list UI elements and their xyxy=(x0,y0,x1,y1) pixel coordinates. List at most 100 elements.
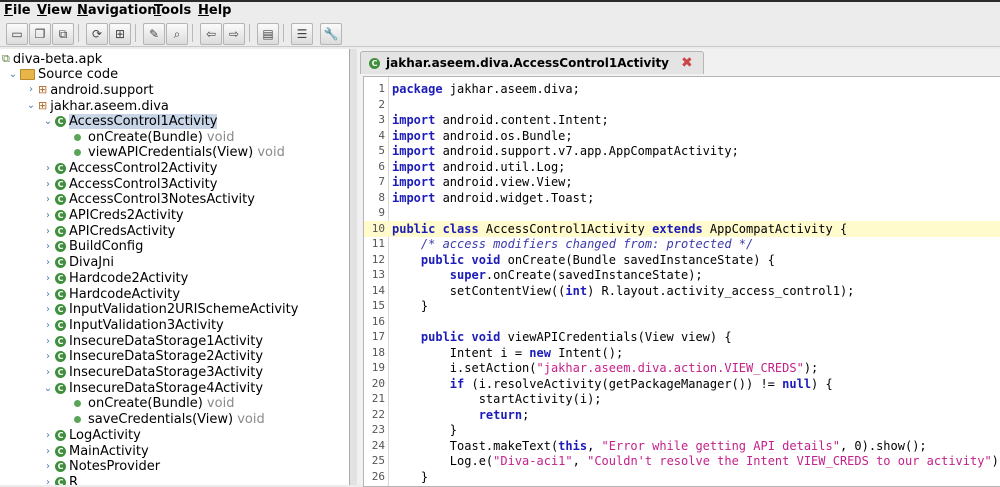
collapsed-toggle-icon[interactable]: › xyxy=(43,239,53,255)
tree-item-content: C Hardcode2Activity xyxy=(55,271,188,287)
code-token: import xyxy=(392,113,436,127)
export-button[interactable]: ⧉ xyxy=(52,23,74,45)
code-line: 21 startActivity(i); xyxy=(364,391,1000,407)
class-icon: C xyxy=(55,429,66,441)
tree-class[interactable]: › C MainActivity xyxy=(0,444,349,460)
expanded-toggle-icon[interactable]: ⌄ xyxy=(43,114,53,130)
class-icon: C xyxy=(55,288,66,300)
menu-navigation[interactable]: Navigation xyxy=(77,3,157,18)
code-token: new xyxy=(529,345,551,360)
tree-class[interactable]: › C InputValidation2URISchemeActivity xyxy=(0,302,349,318)
log-button[interactable]: ▤ xyxy=(257,23,279,45)
expanded-toggle-icon[interactable]: ⌄ xyxy=(43,381,53,397)
tree-class[interactable]: › C APICreds2Activity xyxy=(0,208,349,224)
tree-class-selected[interactable]: ⌄ C AccessControl1Activity xyxy=(0,113,349,130)
tree-item-label: InsecureDataStorage1Activity xyxy=(69,333,264,349)
return-type-label: void xyxy=(233,412,265,428)
tree-root-apk[interactable]: ⧉ diva-beta.apk xyxy=(0,51,349,67)
expanded-toggle-icon[interactable]: ⌄ xyxy=(26,98,36,114)
tree-class[interactable]: › C APICredsActivity xyxy=(0,224,349,240)
collapsed-toggle-icon[interactable]: › xyxy=(43,459,53,475)
tree-class[interactable]: › C BuildConfig xyxy=(0,239,349,255)
collapsed-toggle-icon[interactable]: › xyxy=(43,192,53,208)
tree-class[interactable]: › C NotesProvider xyxy=(0,459,349,475)
code-token: android.util.Log; xyxy=(435,159,566,174)
class-icon: C xyxy=(55,178,66,190)
grid-button[interactable]: ⊞ xyxy=(109,23,131,45)
preferences-button[interactable]: 🔧 xyxy=(320,23,342,45)
code-line: 15 } xyxy=(364,298,1000,314)
line-number: 9 xyxy=(378,206,385,219)
collapsed-toggle-icon[interactable]: › xyxy=(26,82,36,98)
collapsed-toggle-icon[interactable]: › xyxy=(43,271,53,287)
tree-class[interactable]: › C InsecureDataStorage3Activity xyxy=(0,365,349,381)
collapsed-toggle-icon[interactable]: › xyxy=(43,475,53,485)
settings-list-button[interactable]: ☰ xyxy=(291,23,313,45)
collapsed-toggle-icon[interactable]: › xyxy=(43,334,53,350)
tree-class[interactable]: ⌄ C InsecureDataStorage4Activity xyxy=(0,381,349,397)
tree-class[interactable]: › C DivaJni xyxy=(0,255,349,271)
menu-tools[interactable]: Tools xyxy=(154,3,191,18)
menu-label-rest: elp xyxy=(208,3,232,18)
collapsed-toggle-icon[interactable]: › xyxy=(43,318,53,334)
code-token: import xyxy=(392,128,436,143)
collapsed-toggle-icon[interactable]: › xyxy=(43,177,53,193)
tree-class[interactable]: › C AccessControl3Activity xyxy=(0,177,349,193)
tree-method[interactable]: viewAPICredentials(View) void xyxy=(0,145,349,161)
expanded-toggle-icon[interactable]: ⌄ xyxy=(8,67,18,83)
tree-class[interactable]: › C InsecureDataStorage2Activity xyxy=(0,349,349,365)
menu-view[interactable]: View xyxy=(37,3,72,18)
tree-class[interactable]: › C R xyxy=(0,475,349,485)
code-text: import android.support.v7.app.AppCompatA… xyxy=(392,143,739,159)
code-token: "Diva-aci1" xyxy=(493,454,573,468)
collapsed-toggle-icon[interactable]: › xyxy=(43,287,53,303)
settings-list-icon: ☰ xyxy=(296,27,308,41)
back-button[interactable]: ⇦ xyxy=(200,23,222,45)
tree-class[interactable]: › C AccessControl3NotesActivity xyxy=(0,192,349,208)
code-line: 8 import android.widget.Toast; xyxy=(364,190,1000,206)
tree-item-content: saveCredentials(View) void xyxy=(72,412,265,428)
code-token: ); xyxy=(991,454,1000,468)
tree-method[interactable]: saveCredentials(View) void xyxy=(0,412,349,428)
search-button[interactable]: ⌕ xyxy=(166,23,188,45)
tree-method[interactable]: onCreate(Bundle) void xyxy=(0,130,349,146)
code-text: import android.util.Log; xyxy=(392,159,565,175)
collapsed-toggle-icon[interactable]: › xyxy=(43,365,53,381)
tree-class[interactable]: › C HardcodeActivity xyxy=(0,287,349,303)
collapsed-toggle-icon[interactable]: › xyxy=(43,302,53,318)
method-icon xyxy=(74,400,81,408)
tree-method[interactable]: onCreate(Bundle) void xyxy=(0,396,349,412)
tree-class[interactable]: › C InsecureDataStorage1Activity xyxy=(0,334,349,350)
collapsed-toggle-icon[interactable]: › xyxy=(43,444,53,460)
open-file-button[interactable]: ▭ xyxy=(6,23,28,45)
collapsed-toggle-icon[interactable]: › xyxy=(43,224,53,240)
code-text: startActivity(i); xyxy=(392,391,602,407)
tree-item-label: saveCredentials(View) xyxy=(88,412,234,428)
code-line: 11 /* access modifiers changed from: pro… xyxy=(364,236,1000,252)
collapsed-toggle-icon[interactable]: › xyxy=(43,161,53,177)
tree-class[interactable]: › C Hardcode2Activity xyxy=(0,271,349,287)
tree-package[interactable]: ⌄ ⊞ jakhar.aseem.diva xyxy=(0,98,349,114)
sync-button[interactable]: ⟳ xyxy=(86,23,108,45)
pane-splitter[interactable] xyxy=(350,49,357,485)
forward-button[interactable]: ⇨ xyxy=(223,23,245,45)
save-all-button[interactable]: ❐ xyxy=(29,23,51,45)
tree-class[interactable]: › C AccessControl2Activity xyxy=(0,161,349,177)
menu-help[interactable]: Help xyxy=(198,3,231,18)
collapsed-toggle-icon[interactable]: › xyxy=(43,428,53,444)
code-token: /* access modifiers changed from: protec… xyxy=(420,237,754,251)
tree-class[interactable]: › C LogActivity xyxy=(0,428,349,444)
close-tab-icon[interactable]: ✖ xyxy=(681,55,693,71)
wand-button[interactable]: ✎ xyxy=(143,23,165,45)
code-token: android.os.Bundle; xyxy=(435,128,573,143)
collapsed-toggle-icon[interactable]: › xyxy=(43,208,53,224)
tree-source-code[interactable]: ⌄ Source code xyxy=(0,67,349,83)
tree-class[interactable]: › C InputValidation3Activity xyxy=(0,318,349,334)
collapsed-toggle-icon[interactable]: › xyxy=(43,349,53,365)
tree-package[interactable]: › ⊞ android.support xyxy=(0,82,349,98)
editor-tab[interactable]: C jakhar.aseem.diva.AccessControl1Activi… xyxy=(360,51,704,74)
collapsed-toggle-icon[interactable]: › xyxy=(43,255,53,271)
code-editor[interactable]: 1 package jakhar.aseem.diva; 2 3 import andr… xyxy=(363,76,1000,487)
code-token: Intent i = xyxy=(392,345,530,360)
menu-file[interactable]: File xyxy=(4,3,31,18)
